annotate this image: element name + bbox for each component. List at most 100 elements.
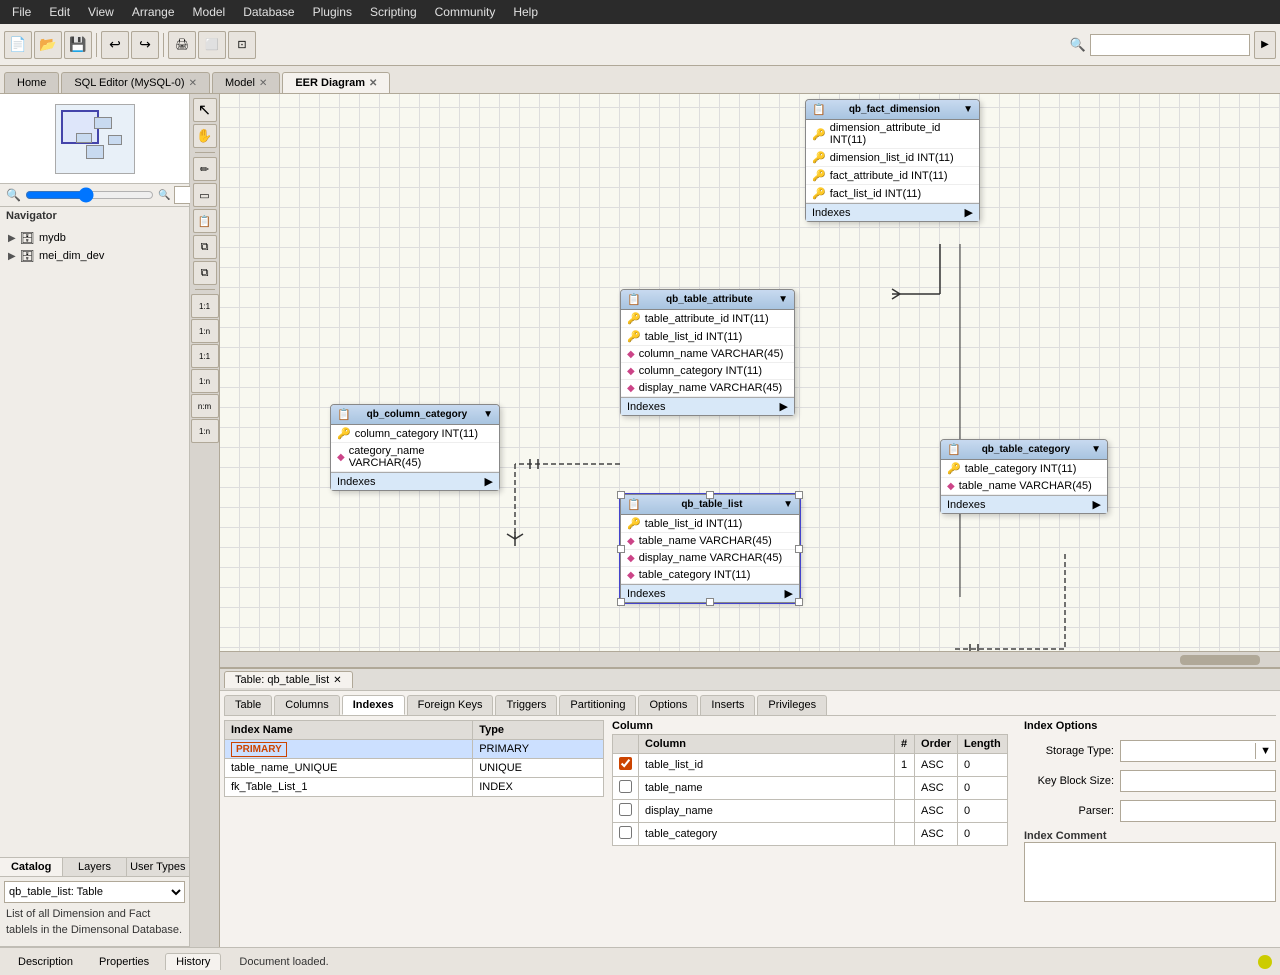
- key-block-input[interactable]: 0: [1120, 770, 1276, 792]
- indexes-arrow-tbl-attr[interactable]: ▶: [780, 400, 788, 413]
- indexes-arrow-tbl-list[interactable]: ▶: [785, 587, 793, 600]
- idx-row-unique[interactable]: table_name_UNIQUE UNIQUE: [225, 759, 604, 778]
- tab-eer-diagram[interactable]: EER Diagram ✕: [282, 72, 390, 93]
- model-button[interactable]: ⊡: [228, 31, 256, 59]
- eer-table-qb-table-list[interactable]: 📋 qb_table_list ▼ 🔑 table_list_id INT(11…: [620, 494, 800, 603]
- zoom-slider[interactable]: [25, 188, 154, 202]
- object-selector[interactable]: qb_table_list: Table: [4, 881, 185, 903]
- table-tab-close[interactable]: ✕: [333, 675, 341, 686]
- icol-check-tbl-name[interactable]: [613, 777, 639, 800]
- icol-check-disp-name[interactable]: [613, 800, 639, 823]
- menu-view[interactable]: View: [80, 3, 122, 21]
- save-button[interactable]: 💾: [64, 31, 92, 59]
- ed-tab-columns[interactable]: Columns: [274, 695, 339, 715]
- idx-row-fk[interactable]: fk_Table_List_1 INDEX: [225, 778, 604, 797]
- tree-item-mydb[interactable]: ▶ 🗄 mydb: [4, 229, 185, 247]
- menu-help[interactable]: Help: [505, 3, 546, 21]
- resize-handle-br[interactable]: [795, 598, 803, 606]
- sidebar-tab-user-types[interactable]: User Types: [127, 858, 189, 876]
- icol-checkbox-list-id[interactable]: [619, 757, 632, 770]
- eer-table-expand-fact-dim[interactable]: ▼: [963, 104, 973, 115]
- tool-cursor[interactable]: ↖: [193, 98, 217, 122]
- menu-edit[interactable]: Edit: [41, 3, 78, 21]
- parser-input[interactable]: [1120, 800, 1276, 822]
- menu-arrange[interactable]: Arrange: [124, 3, 183, 21]
- zoom-out-icon[interactable]: 🔍: [6, 188, 21, 202]
- eer-table-qb-table-attribute[interactable]: 📋 qb_table_attribute ▼ 🔑 table_attribute…: [620, 289, 795, 416]
- tool-rel-1-n[interactable]: 1:n: [191, 319, 219, 343]
- icol-check-tbl-cat[interactable]: [613, 823, 639, 846]
- tool-rel-1-nb[interactable]: 1:n: [191, 369, 219, 393]
- zoom-in-icon[interactable]: 🔍: [158, 190, 170, 201]
- resize-handle-mr[interactable]: [795, 545, 803, 553]
- eer-table-expand-tbl-attr[interactable]: ▼: [778, 294, 788, 305]
- ed-tab-inserts[interactable]: Inserts: [700, 695, 755, 715]
- search-execute-button[interactable]: ▶: [1254, 31, 1276, 59]
- resize-handle-bm[interactable]: [706, 598, 714, 606]
- eer-table-expand-col-cat[interactable]: ▼: [483, 409, 493, 420]
- h-scrollbar[interactable]: [220, 651, 1280, 667]
- tab-sql-editor-close[interactable]: ✕: [189, 78, 197, 89]
- resize-handle-bl[interactable]: [617, 598, 625, 606]
- ed-tab-privileges[interactable]: Privileges: [757, 695, 827, 715]
- eer-indexes-tbl-cat[interactable]: Indexes ▶: [941, 495, 1107, 513]
- eer-indexes-tbl-attr[interactable]: Indexes ▶: [621, 397, 794, 415]
- sidebar-tab-layers[interactable]: Layers: [63, 858, 126, 876]
- menu-file[interactable]: File: [4, 3, 39, 21]
- ed-tab-options[interactable]: Options: [638, 695, 698, 715]
- status-tab-description[interactable]: Description: [8, 954, 83, 970]
- new-button[interactable]: 📄: [4, 31, 32, 59]
- tool-rel-1-1[interactable]: 1:1: [191, 294, 219, 318]
- h-scroll-thumb[interactable]: [1180, 655, 1260, 665]
- undo-button[interactable]: ↩: [101, 31, 129, 59]
- redo-button[interactable]: ↪: [131, 31, 159, 59]
- tab-model-close[interactable]: ✕: [259, 78, 267, 89]
- idx-row-primary[interactable]: PRIMARY PRIMARY: [225, 740, 604, 759]
- ed-tab-foreign-keys[interactable]: Foreign Keys: [407, 695, 494, 715]
- eer-table-qb-column-category[interactable]: 📋 qb_column_category ▼ 🔑 column_category…: [330, 404, 500, 491]
- tool-eraser[interactable]: ✏: [193, 157, 217, 181]
- resize-handle-tm[interactable]: [706, 491, 714, 499]
- eer-indexes-col-cat[interactable]: Indexes ▶: [331, 472, 499, 490]
- table-tab-qb-table-list[interactable]: Table: qb_table_list ✕: [224, 671, 353, 688]
- eer-table-expand-tbl-list[interactable]: ▼: [783, 499, 793, 510]
- index-comment-input[interactable]: [1024, 842, 1276, 902]
- indexes-arrow-tbl-cat[interactable]: ▶: [1093, 498, 1101, 511]
- tool-hand[interactable]: ✋: [193, 124, 217, 148]
- tool-copy[interactable]: ⧉: [193, 261, 217, 285]
- eer-table-qb-table-category[interactable]: 📋 qb_table_category ▼ 🔑 table_category I…: [940, 439, 1108, 514]
- open-button[interactable]: 📂: [34, 31, 62, 59]
- menu-model[interactable]: Model: [185, 3, 234, 21]
- icol-checkbox-tbl-cat[interactable]: [619, 826, 632, 839]
- menu-community[interactable]: Community: [427, 3, 504, 21]
- menu-plugins[interactable]: Plugins: [305, 3, 360, 21]
- resize-handle-ml[interactable]: [617, 545, 625, 553]
- screenshot-button[interactable]: ⬜: [198, 31, 226, 59]
- ed-tab-triggers[interactable]: Triggers: [495, 695, 557, 715]
- tool-note[interactable]: 📋: [193, 209, 217, 233]
- sidebar-tab-catalog[interactable]: Catalog: [0, 858, 63, 876]
- eer-table-expand-tbl-cat[interactable]: ▼: [1091, 444, 1101, 455]
- tab-model[interactable]: Model ✕: [212, 72, 280, 93]
- eer-indexes-fact-dim[interactable]: Indexes ▶: [806, 203, 979, 221]
- tab-eer-diagram-close[interactable]: ✕: [369, 78, 377, 89]
- ed-tab-table[interactable]: Table: [224, 695, 272, 715]
- tool-layer[interactable]: ⧉: [193, 235, 217, 259]
- resize-handle-tr[interactable]: [795, 491, 803, 499]
- print-button[interactable]: 🖨: [168, 31, 196, 59]
- tab-home[interactable]: Home: [4, 72, 59, 93]
- tab-sql-editor[interactable]: SQL Editor (MySQL-0) ✕: [61, 72, 210, 93]
- tool-rel-nm[interactable]: n:m: [191, 394, 219, 418]
- storage-type-dropdown-arrow[interactable]: ▼: [1255, 743, 1275, 759]
- status-tab-history[interactable]: History: [165, 953, 221, 970]
- ed-tab-indexes[interactable]: Indexes: [342, 695, 405, 715]
- eer-table-qb-fact-dimension[interactable]: 📋 qb_fact_dimension ▼ 🔑 dimension_attrib…: [805, 99, 980, 222]
- tool-rel-1-nc[interactable]: 1:n: [191, 419, 219, 443]
- menu-scripting[interactable]: Scripting: [362, 3, 425, 21]
- ed-tab-partitioning[interactable]: Partitioning: [559, 695, 636, 715]
- status-tab-properties[interactable]: Properties: [89, 954, 159, 970]
- tree-item-mei-dim-dev[interactable]: ▶ 🗄 mei_dim_dev: [4, 247, 185, 265]
- icol-check-list-id[interactable]: [613, 754, 639, 777]
- search-input[interactable]: [1090, 34, 1250, 56]
- indexes-arrow-fact-dim[interactable]: ▶: [965, 206, 973, 219]
